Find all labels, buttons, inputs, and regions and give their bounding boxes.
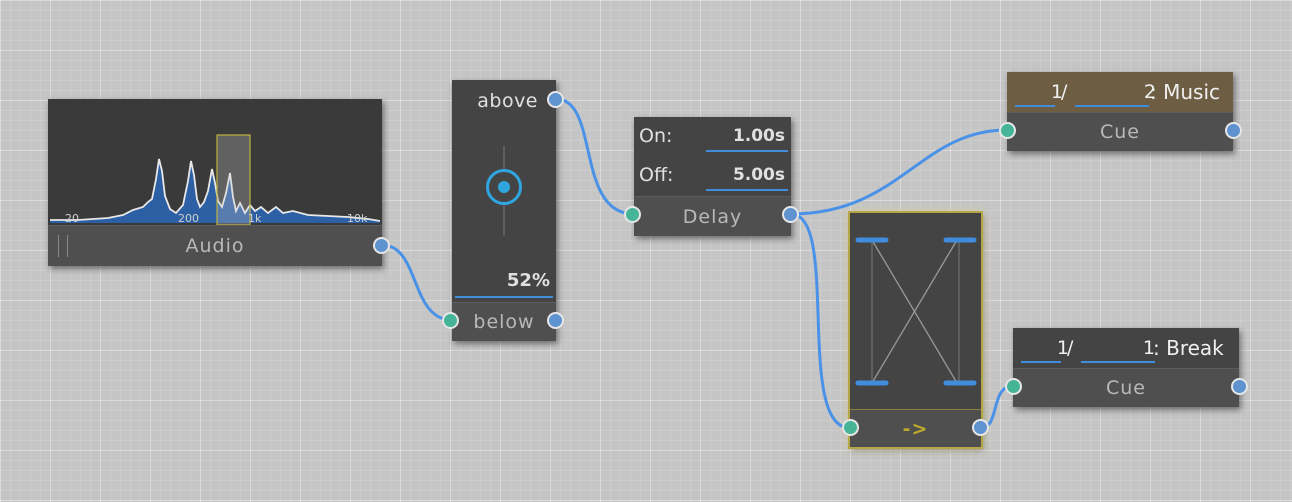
- freq-label-10k: 10k: [347, 212, 368, 225]
- on-label: On:: [639, 125, 673, 147]
- threshold-value[interactable]: 52%: [507, 270, 550, 291]
- cue-music-node[interactable]: 1 / 2 : Music Cue: [999, 72, 1242, 151]
- toggle-node[interactable]: ->: [842, 211, 989, 449]
- wire-delay-to-music-cue: [790, 128, 1008, 216]
- cue-music-output-port[interactable]: [1225, 122, 1242, 139]
- below-input-port[interactable]: [442, 312, 459, 329]
- cue-music-name: : Music: [1150, 80, 1220, 104]
- cue-break-separator: /: [1067, 337, 1074, 359]
- spectrum-display: 20 200 1k 10k: [48, 99, 382, 225]
- cue-music-title: Cue: [1100, 121, 1140, 143]
- threshold-value-underline: [455, 296, 553, 298]
- cue-break-input-port[interactable]: [1005, 378, 1022, 395]
- below-output-port[interactable]: [547, 312, 564, 329]
- cue-music-input-port[interactable]: [999, 122, 1016, 139]
- freq-label-20: 20: [65, 212, 79, 225]
- cue-break-index-underline: [1021, 361, 1061, 363]
- toggle-output-port[interactable]: [972, 419, 989, 436]
- freq-label-1k: 1k: [248, 212, 262, 225]
- cue-music-index-underline: [1015, 105, 1055, 107]
- delay-output-port[interactable]: [782, 206, 799, 223]
- cue-break-title: Cue: [1106, 377, 1146, 399]
- cue-break-title-bar[interactable]: Cue: [1013, 368, 1239, 407]
- audio-output-port[interactable]: [373, 237, 390, 254]
- toggle-title-bar[interactable]: ->: [850, 409, 981, 447]
- cue-break-node[interactable]: 1 / 1 : Break Cue: [1005, 328, 1248, 407]
- wire-delay-to-toggle: [790, 212, 851, 430]
- spectrum-fill: [50, 159, 380, 223]
- off-label: Off:: [639, 164, 674, 186]
- cue-break-output-port[interactable]: [1231, 378, 1248, 395]
- slider-knob-dot: [498, 181, 510, 193]
- on-value-underline: [706, 150, 788, 152]
- delay-node[interactable]: On: 1.00s Off: 5.00s Delay: [624, 117, 799, 236]
- above-label: above: [477, 90, 538, 112]
- wire-audio-to-threshold: [381, 243, 453, 322]
- cue-break-number-underline: [1081, 361, 1155, 363]
- freq-label-200: 200: [178, 212, 199, 225]
- off-value[interactable]: 5.00s: [733, 165, 785, 185]
- cue-music-separator: /: [1061, 81, 1068, 103]
- threshold-node[interactable]: above 52% below: [442, 80, 564, 341]
- audio-title: Audio: [185, 235, 245, 257]
- delay-title-bar[interactable]: Delay: [634, 196, 791, 236]
- crossfade-graphic: [855, 237, 977, 386]
- off-value-underline: [706, 189, 788, 191]
- above-output-port[interactable]: [547, 91, 564, 108]
- cue-break-name: : Break: [1153, 336, 1224, 360]
- cue-music-title-bar[interactable]: Cue: [1007, 112, 1233, 151]
- delay-input-port[interactable]: [624, 206, 641, 223]
- drag-handle-icon[interactable]: [58, 235, 68, 257]
- toggle-arrow-label: ->: [902, 417, 929, 440]
- delay-title: Delay: [682, 205, 743, 228]
- frequency-selection-box: [216, 134, 251, 225]
- toggle-input-port[interactable]: [842, 419, 859, 436]
- audio-node[interactable]: 20 200 1k 10k Audio: [48, 99, 390, 266]
- below-bar[interactable]: below: [452, 302, 556, 341]
- below-label: below: [473, 311, 535, 333]
- on-value[interactable]: 1.00s: [733, 126, 785, 146]
- audio-title-bar[interactable]: Audio: [48, 225, 382, 266]
- threshold-slider-knob[interactable]: [486, 169, 522, 205]
- cue-music-number-underline: [1075, 105, 1149, 107]
- wire-threshold-to-delay: [555, 97, 635, 216]
- spectrum-graph: [50, 134, 381, 225]
- cue-music-header: 1 / 2 : Music: [1007, 72, 1233, 112]
- cue-break-header: 1 / 1 : Break: [1013, 328, 1239, 368]
